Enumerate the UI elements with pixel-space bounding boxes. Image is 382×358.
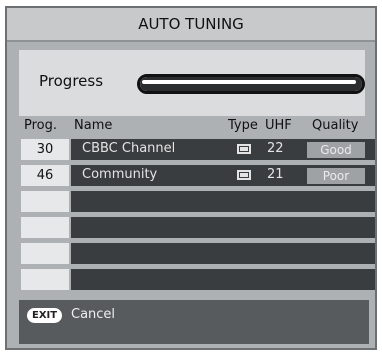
- channel-row-bar: [71, 191, 375, 212]
- cancel-label: Cancel: [71, 307, 116, 322]
- column-header-quality: Quality: [312, 118, 359, 133]
- progress-section: Progress: [19, 50, 365, 116]
- column-header-uhf: UHF: [265, 118, 292, 133]
- channel-uhf: 21: [267, 167, 284, 182]
- footer-bar: EXIT Cancel: [19, 300, 369, 344]
- channel-row-bar: [71, 217, 375, 238]
- channel-uhf: 22: [267, 141, 284, 156]
- channel-name: CBBC Channel: [82, 141, 176, 156]
- progress-bar: [137, 74, 365, 94]
- channel-prog-number: [21, 191, 69, 212]
- column-header-name: Name: [74, 118, 113, 133]
- progress-bar-fill: [140, 77, 362, 91]
- channel-row-empty[interactable]: [7, 191, 375, 212]
- channel-prog-number: [21, 269, 69, 290]
- progress-label: Progress: [39, 72, 104, 90]
- column-header-type: Type: [228, 118, 258, 133]
- channel-list: 30 CBBC Channel 22 Good 46 Community 21 …: [7, 139, 375, 295]
- page-title: AUTO TUNING: [7, 8, 375, 42]
- channel-name: Community: [82, 167, 158, 182]
- channel-quality-badge: Poor: [307, 168, 365, 184]
- exit-key-badge[interactable]: EXIT: [27, 308, 63, 323]
- auto-tuning-panel: AUTO TUNING Progress Prog. Name Type UHF…: [5, 6, 377, 350]
- channel-row-bar: [71, 243, 375, 264]
- tv-icon: [237, 170, 251, 180]
- channel-prog-number: [21, 217, 69, 238]
- channel-quality-badge: Good: [307, 142, 365, 158]
- channel-row-empty[interactable]: [7, 269, 375, 290]
- channel-table-header: Prog. Name Type UHF Quality: [7, 118, 375, 136]
- column-header-prog: Prog.: [24, 118, 58, 133]
- channel-prog-number: [21, 243, 69, 264]
- channel-row[interactable]: 30 CBBC Channel 22 Good: [7, 139, 375, 160]
- tv-icon: [237, 144, 251, 154]
- channel-prog-number: 30: [21, 139, 69, 160]
- channel-prog-number: 46: [21, 165, 69, 186]
- channel-row-empty[interactable]: [7, 243, 375, 264]
- channel-row[interactable]: 46 Community 21 Poor: [7, 165, 375, 186]
- channel-row-bar: CBBC Channel 22 Good: [71, 139, 375, 160]
- channel-row-empty[interactable]: [7, 217, 375, 238]
- channel-row-bar: [71, 269, 375, 290]
- channel-row-bar: Community 21 Poor: [71, 165, 375, 186]
